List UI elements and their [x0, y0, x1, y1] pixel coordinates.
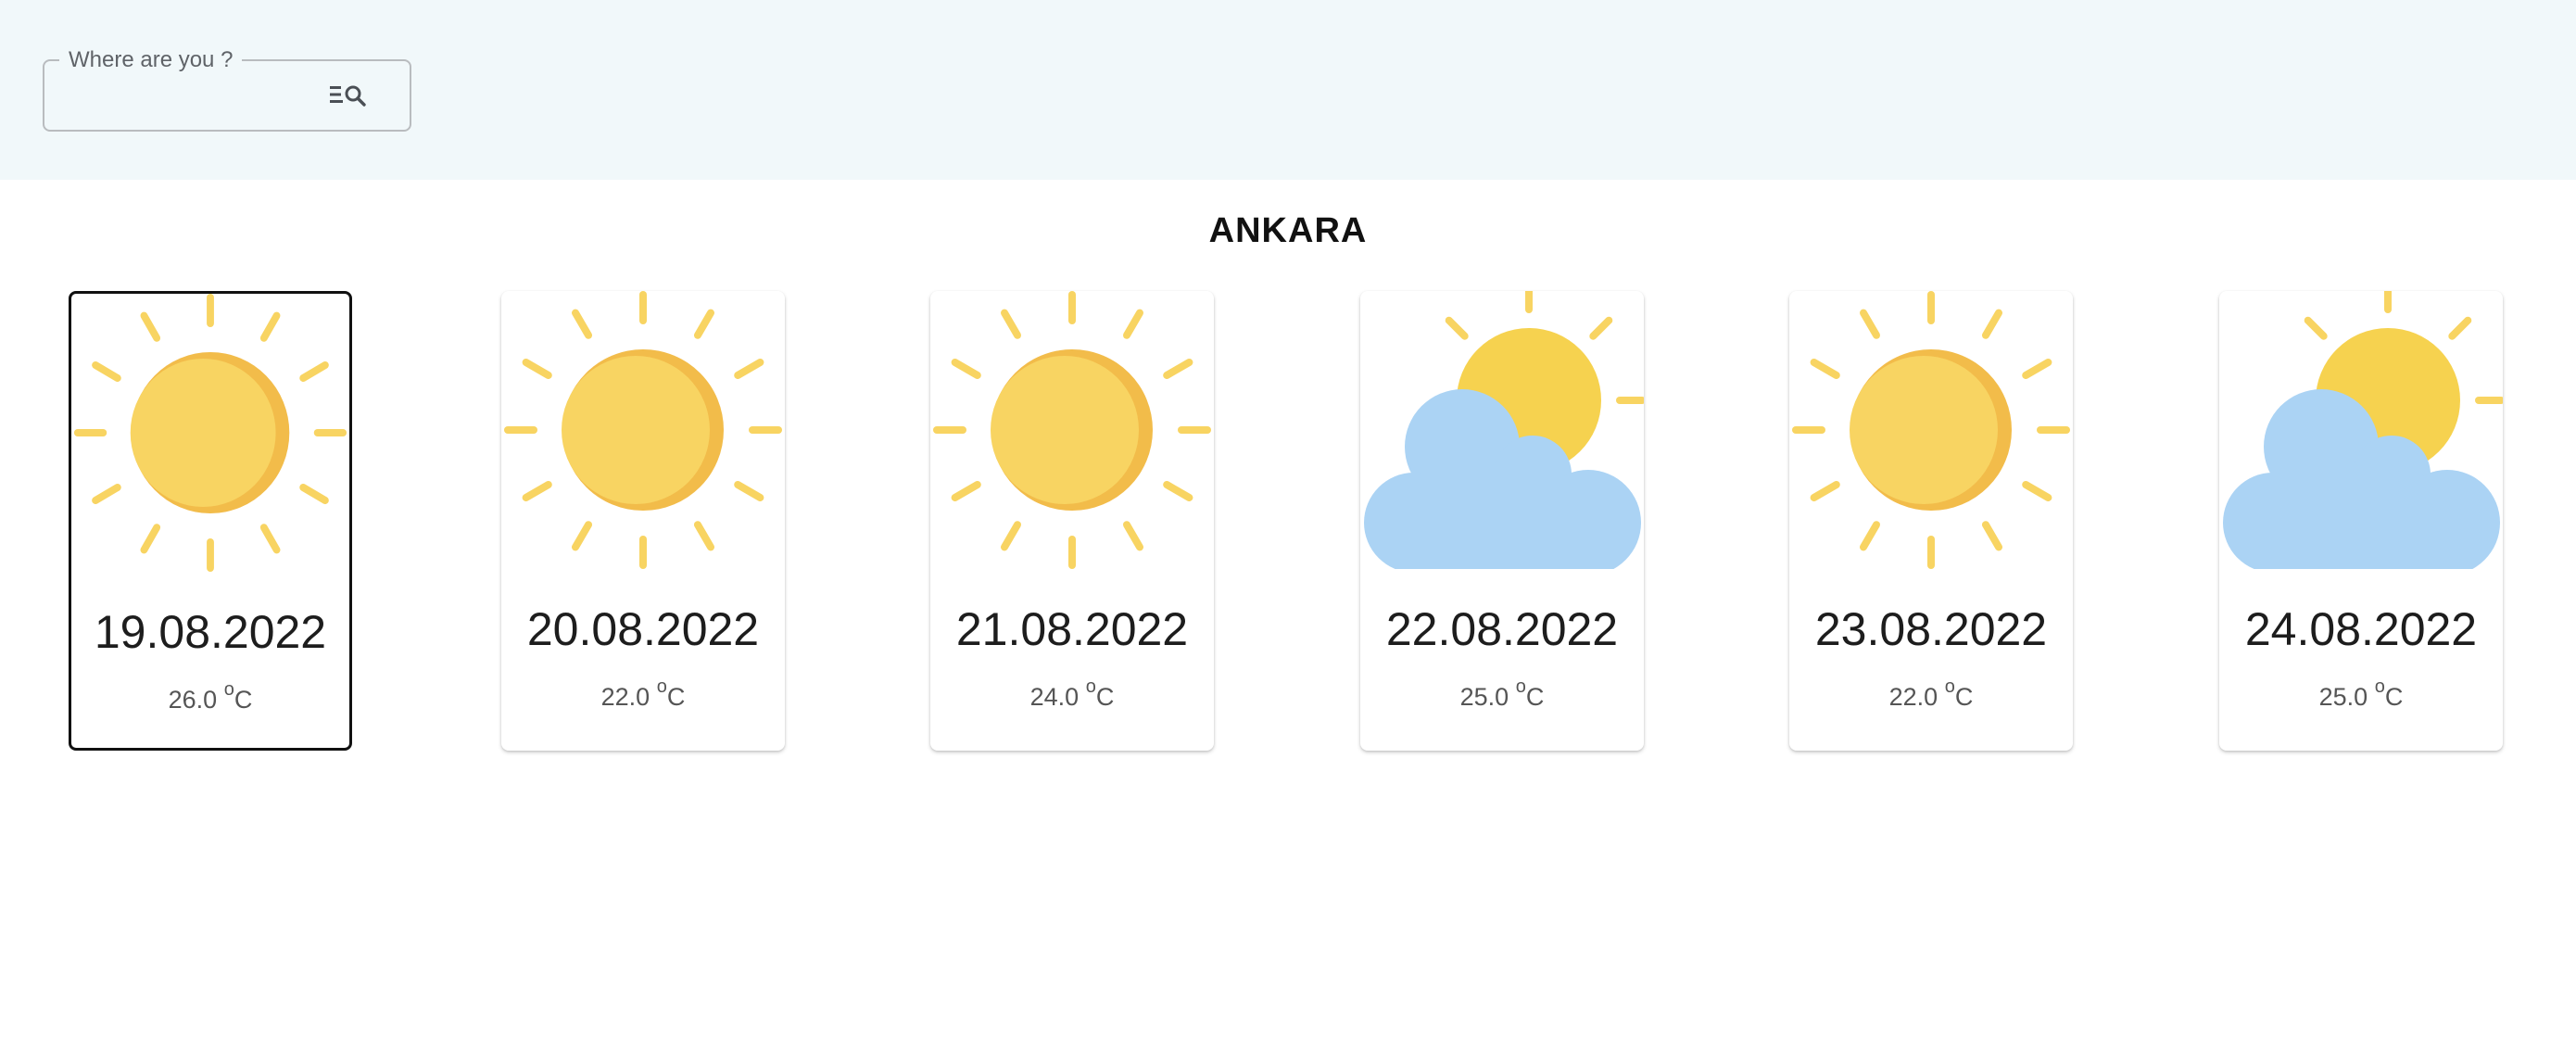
forecast-temperature: 24.0 oC: [1029, 676, 1115, 711]
forecast-temperature: 22.0 oC: [600, 676, 686, 711]
forecast-card[interactable]: 22.08.2022 25.0 oC: [1360, 291, 1644, 751]
forecast-temperature: 25.0 oC: [1459, 676, 1545, 711]
partly-cloudy-icon: [1360, 291, 1644, 569]
forecast-cards: 19.08.2022 26.0 oC 20.08.2022 22.0 oC 21…: [0, 0, 2576, 1062]
forecast-temperature: 22.0 oC: [1888, 676, 1974, 711]
forecast-date: 19.08.2022: [94, 606, 327, 658]
forecast-date: 24.08.2022: [2244, 603, 2478, 655]
forecast-date: 22.08.2022: [1385, 603, 1619, 655]
forecast-card[interactable]: 24.08.2022 25.0 oC: [2219, 291, 2503, 751]
forecast-date: 20.08.2022: [526, 603, 760, 655]
forecast-temperature: 26.0 oC: [168, 679, 253, 714]
forecast-card[interactable]: 23.08.2022 22.0 oC: [1789, 291, 2073, 751]
forecast-temperature: 25.0 oC: [2318, 676, 2404, 711]
forecast-card[interactable]: 20.08.2022 22.0 oC: [501, 291, 785, 751]
forecast-date: 21.08.2022: [955, 603, 1189, 655]
sun-icon: [930, 291, 1214, 569]
partly-cloudy-icon: [2219, 291, 2503, 569]
sun-icon: [501, 291, 785, 569]
sun-icon: [71, 294, 349, 572]
forecast-card[interactable]: 21.08.2022 24.0 oC: [930, 291, 1214, 751]
forecast-card[interactable]: 19.08.2022 26.0 oC: [69, 291, 352, 751]
sun-icon: [1789, 291, 2073, 569]
forecast-date: 23.08.2022: [1814, 603, 2048, 655]
